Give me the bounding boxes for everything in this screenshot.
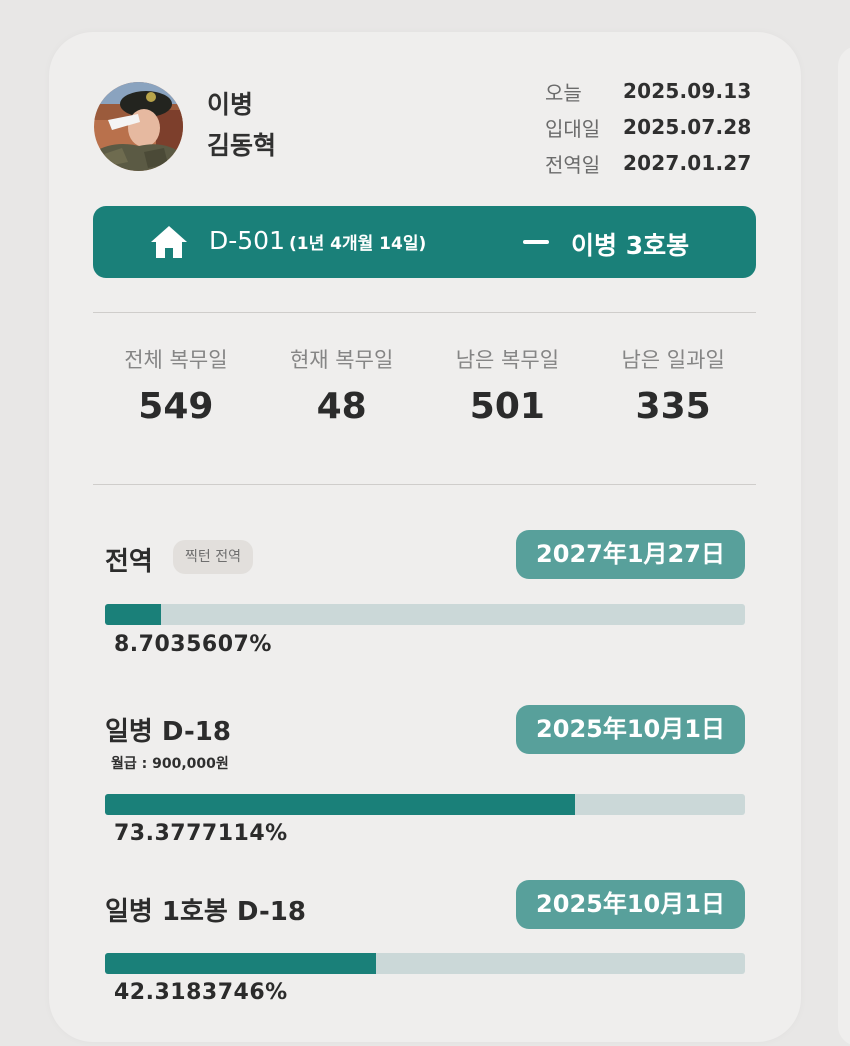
date-value: 2025.09.13 bbox=[623, 79, 752, 103]
progress-bar bbox=[105, 604, 745, 625]
date-row-enlist: 입대일 2025.07.28 bbox=[545, 109, 765, 145]
profile-name-block: 이병 김동혁 bbox=[207, 84, 276, 166]
stat-remaining: 남은 복무일 501 bbox=[425, 344, 591, 427]
home-icon bbox=[151, 226, 187, 258]
date-badge[interactable]: 2027年1月27日 bbox=[516, 530, 745, 579]
divider bbox=[93, 484, 756, 485]
stat-workdays: 남은 일과일 335 bbox=[590, 344, 756, 427]
progress-bar-fill bbox=[105, 794, 575, 815]
date-list: 오늘 2025.09.13 입대일 2025.07.28 전역일 2027.01… bbox=[545, 73, 765, 181]
date-value: 2025.07.28 bbox=[623, 115, 752, 139]
progress-bar bbox=[105, 953, 745, 974]
progress-percent: 42.3183746% bbox=[114, 980, 288, 1005]
stat-label: 남은 복무일 bbox=[455, 348, 560, 372]
dday-text: D-501 (1년 4개월 14일) bbox=[209, 226, 426, 255]
stat-current: 현재 복무일 48 bbox=[259, 344, 425, 427]
progress-bar-fill bbox=[105, 953, 376, 974]
stat-value: 48 bbox=[316, 386, 367, 427]
progress-percent: 73.3777114% bbox=[114, 821, 288, 846]
progress-title: 전역 bbox=[105, 547, 153, 577]
date-label: 입대일 bbox=[545, 116, 601, 141]
date-label: 오늘 bbox=[545, 80, 582, 105]
stat-value: 501 bbox=[469, 386, 545, 427]
date-value: 2027.01.27 bbox=[623, 151, 752, 175]
stat-value: 549 bbox=[138, 386, 214, 427]
avatar bbox=[94, 82, 183, 171]
dday-count: D-501 bbox=[209, 226, 285, 255]
date-badge[interactable]: 2025年10月1日 bbox=[516, 880, 745, 929]
date-badge[interactable]: 2025年10月1日 bbox=[516, 705, 745, 754]
stat-label: 현재 복무일 bbox=[289, 348, 394, 372]
progress-title: 일병 D-18 bbox=[105, 717, 231, 747]
progress-bar bbox=[105, 794, 745, 815]
stat-total: 전체 복무일 549 bbox=[93, 344, 259, 427]
stat-label: 남은 일과일 bbox=[621, 348, 725, 372]
rank-step: 이병 3호봉 bbox=[571, 231, 690, 260]
dday-detail: (1년 4개월 14일) bbox=[289, 234, 427, 254]
next-card-edge bbox=[838, 46, 850, 1046]
date-label: 전역일 bbox=[545, 152, 601, 177]
date-row-today: 오늘 2025.09.13 bbox=[545, 73, 765, 109]
progress-percent: 8.7035607% bbox=[114, 632, 272, 657]
progress-title: 일병 1호봉 D-18 bbox=[105, 897, 306, 927]
date-row-discharge: 전역일 2027.01.27 bbox=[545, 145, 765, 181]
profile-rank: 이병 bbox=[207, 90, 254, 119]
stat-value: 335 bbox=[635, 386, 711, 427]
progress-bar-fill bbox=[105, 604, 161, 625]
discharge-type-tag[interactable]: 찍턴 전역 bbox=[173, 540, 253, 574]
soldier-photo-icon bbox=[94, 82, 183, 171]
divider bbox=[93, 312, 756, 313]
dday-banner[interactable]: D-501 (1년 4개월 14일) 이병 3호봉 bbox=[93, 206, 756, 278]
salary-text: 월급 : 900,000원 bbox=[111, 756, 229, 772]
stats-row: 전체 복무일 549 현재 복무일 48 남은 복무일 501 남은 일과일 3… bbox=[93, 344, 756, 427]
stat-label: 전체 복무일 bbox=[124, 348, 228, 372]
dash-icon bbox=[523, 240, 549, 244]
profile-name: 김동혁 bbox=[207, 131, 277, 160]
